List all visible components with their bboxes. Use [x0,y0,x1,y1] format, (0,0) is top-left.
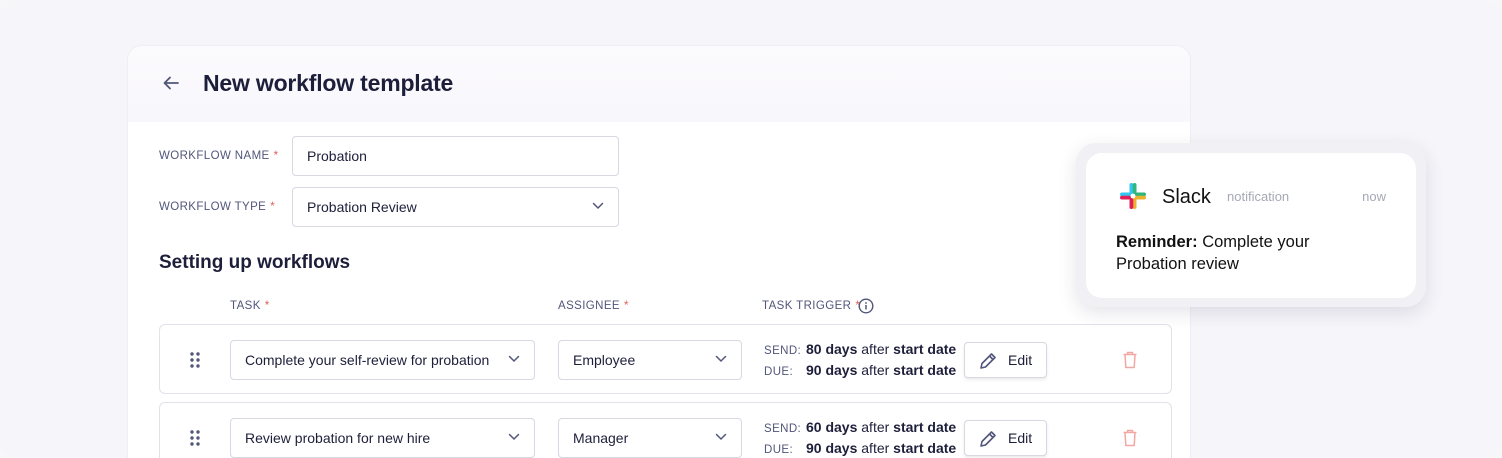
workflow-type-label: WORKFLOW TYPE * [159,201,276,213]
pencil-icon [980,431,996,447]
edit-button[interactable]: Edit [964,342,1047,378]
task-value: Review probation for new hire [245,430,431,446]
assignee-select[interactable]: Employee [558,340,742,380]
notification-message: Reminder: Complete your Probation review [1116,233,1310,273]
slack-logo-icon [1120,183,1146,209]
due-trigger: DUE: 90 days after start date [764,362,957,378]
pencil-icon [980,353,996,369]
drag-handle-icon[interactable] [189,351,201,369]
workflow-template-card: New workflow template WORKFLOW NAME * Pro… [128,46,1190,458]
info-icon[interactable] [858,298,874,314]
chevron-down-icon [508,355,520,363]
workflow-type-select[interactable]: Probation Review [292,187,619,227]
send-trigger: SEND: 80 days after start date [764,341,957,357]
card-header: New workflow template [128,46,1190,122]
chevron-down-icon [592,202,604,210]
workflow-name-label: WORKFLOW NAME * [159,150,279,162]
chevron-down-icon [715,433,727,441]
assignee-value: Employee [573,352,636,368]
trash-icon[interactable] [1122,429,1138,447]
slack-notification-shadow: Slack notification now Reminder: Complet… [1076,143,1426,307]
chevron-down-icon [508,433,520,441]
notification-kind: notification [1227,189,1290,204]
chevron-down-icon [715,355,727,363]
drag-handle-icon[interactable] [189,429,201,447]
back-arrow-icon[interactable] [162,74,180,92]
task-row: Review probation for new hire Manager SE… [159,402,1172,458]
task-value: Complete your self-review for probation [245,352,490,368]
edit-button[interactable]: Edit [964,420,1047,456]
task-select[interactable]: Review probation for new hire [230,418,535,458]
workflow-name-input[interactable]: Probation [292,136,619,176]
column-trigger-header: TASK TRIGGER * [762,300,861,312]
assignee-select[interactable]: Manager [558,418,742,458]
notification-time: now [1362,189,1386,204]
column-task-header: TASK * [230,300,270,312]
edit-label: Edit [1008,430,1033,446]
edit-label: Edit [1008,352,1033,368]
assignee-value: Manager [573,430,629,446]
page-title: New workflow template [203,70,454,96]
task-row: Complete your self-review for probation … [159,324,1172,394]
slack-app-name: Slack [1162,186,1211,208]
section-title: Setting up workflows [159,252,351,273]
trash-icon[interactable] [1122,351,1138,369]
task-select[interactable]: Complete your self-review for probation [230,340,535,380]
send-trigger: SEND: 60 days after start date [764,419,957,435]
due-trigger: DUE: 90 days after start date [764,440,957,456]
workflow-name-value: Probation [307,148,367,164]
workflow-type-value: Probation Review [307,199,417,215]
column-assignee-header: ASSIGNEE * [558,300,629,312]
slack-notification[interactable]: Slack notification now Reminder: Complet… [1086,153,1416,298]
